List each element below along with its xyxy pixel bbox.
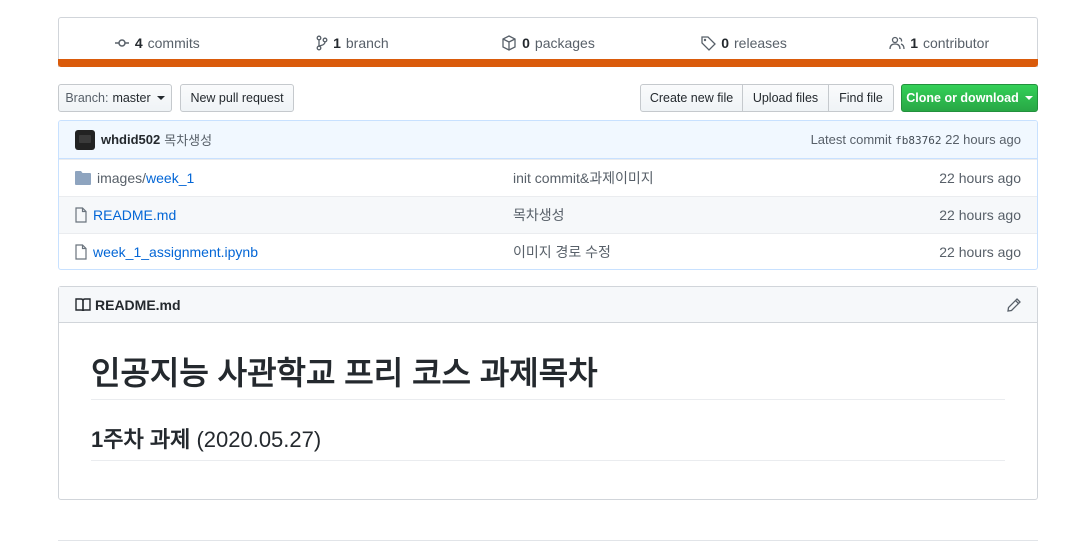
chevron-down-icon — [1024, 96, 1033, 100]
packages-link[interactable]: 0 packages — [450, 35, 646, 51]
readme-heading-1: 인공지능 사관학교 프리 코스 과제목차 — [91, 353, 1005, 400]
releases-label: releases — [734, 34, 787, 51]
file-icon — [75, 207, 87, 223]
file-name-cell[interactable]: images/week_1 — [75, 170, 513, 186]
branches-link[interactable]: 1 branch — [255, 35, 451, 51]
readme-filename: README.md — [95, 296, 181, 313]
branch-prefix: Branch: — [65, 91, 109, 105]
file-commit-message[interactable]: 목차생성 — [513, 205, 939, 225]
file-commit-message[interactable]: init commit&과제이미지 — [513, 168, 939, 188]
file-age: 22 hours ago — [939, 244, 1021, 260]
branch-name: master — [112, 91, 151, 105]
table-row: images/week_1 init commit&과제이미지 22 hours… — [59, 159, 1037, 196]
latest-commit-prefix: Latest commit — [810, 132, 892, 147]
contributors-label: contributor — [922, 34, 990, 51]
footer-divider — [58, 540, 1038, 541]
branch-select-button[interactable]: Branch: master — [58, 84, 172, 112]
create-new-file-button[interactable]: Create new file — [640, 84, 743, 112]
clone-download-button[interactable]: Clone or download — [901, 84, 1038, 112]
pencil-icon[interactable] — [1007, 297, 1021, 312]
tag-icon — [701, 35, 717, 51]
table-row: week_1_assignment.ipynb 이미지 경로 수정 22 hou… — [59, 233, 1037, 269]
avatar[interactable] — [75, 129, 95, 150]
folder-icon — [75, 171, 91, 185]
commit-sha[interactable]: fb83762 — [895, 134, 941, 147]
packages-label: packages — [534, 34, 595, 51]
readme-panel: README.md 인공지능 사관학교 프리 코스 과제목차 1주차 과제 (2… — [58, 286, 1038, 500]
releases-count: 0 — [721, 34, 730, 51]
file-actions-group: Create new file Upload files Find file — [640, 84, 894, 112]
commit-message[interactable]: 목차생성 — [164, 130, 212, 149]
readme-content: 인공지능 사관학교 프리 코스 과제목차 1주차 과제 (2020.05.27) — [59, 353, 1037, 461]
contributors-count: 1 — [910, 34, 918, 51]
releases-link[interactable]: 0 releases — [646, 35, 842, 51]
branches-label: branch — [345, 34, 389, 51]
file-age: 22 hours ago — [939, 170, 1021, 186]
heading-2-main: 1주차 과제 — [91, 427, 191, 452]
find-file-button[interactable]: Find file — [828, 84, 894, 112]
upload-files-button[interactable]: Upload files — [742, 84, 829, 112]
latest-commit-info: Latest commit fb83762 22 hours ago — [811, 132, 1021, 147]
file-icon — [75, 244, 87, 260]
heading-2-date: (2020.05.27) — [196, 427, 322, 452]
commit-author[interactable]: whdid502 — [101, 132, 160, 147]
package-icon — [502, 34, 516, 51]
file-table: whdid502 목차생성 Latest commit fb83762 22 h… — [58, 120, 1038, 270]
contributors-link[interactable]: 1 contributor — [841, 35, 1037, 51]
clone-label: Clone or download — [906, 91, 1019, 105]
commits-link[interactable]: 4 commits — [59, 35, 255, 51]
commit-age: 22 hours ago — [945, 132, 1021, 147]
file-name[interactable]: README.md — [93, 207, 176, 223]
latest-commit-bar: whdid502 목차생성 Latest commit fb83762 22 h… — [59, 121, 1037, 159]
packages-count: 0 — [522, 34, 530, 51]
new-pull-request-button[interactable]: New pull request — [180, 84, 294, 112]
readme-heading-2: 1주차 과제 (2020.05.27) — [91, 426, 1005, 461]
file-age: 22 hours ago — [939, 207, 1021, 223]
file-name[interactable]: week_1_assignment.ipynb — [93, 244, 258, 260]
readme-header: README.md — [59, 287, 1037, 323]
dir-prefix: images/ — [97, 170, 147, 186]
file-name[interactable]: week_1 — [146, 170, 194, 186]
chevron-down-icon — [156, 96, 165, 100]
branch-icon — [316, 35, 328, 50]
people-icon — [889, 36, 905, 49]
commits-label: commits — [147, 34, 200, 51]
book-icon — [75, 297, 91, 311]
file-commit-message[interactable]: 이미지 경로 수정 — [513, 242, 939, 262]
file-name-cell[interactable]: README.md — [75, 207, 513, 223]
commit-icon — [114, 38, 129, 47]
branches-count: 1 — [333, 34, 341, 51]
table-row: README.md 목차생성 22 hours ago — [59, 196, 1037, 233]
file-name-cell[interactable]: week_1_assignment.ipynb — [75, 244, 513, 260]
commits-count: 4 — [134, 34, 143, 51]
language-bar[interactable] — [58, 59, 1038, 67]
